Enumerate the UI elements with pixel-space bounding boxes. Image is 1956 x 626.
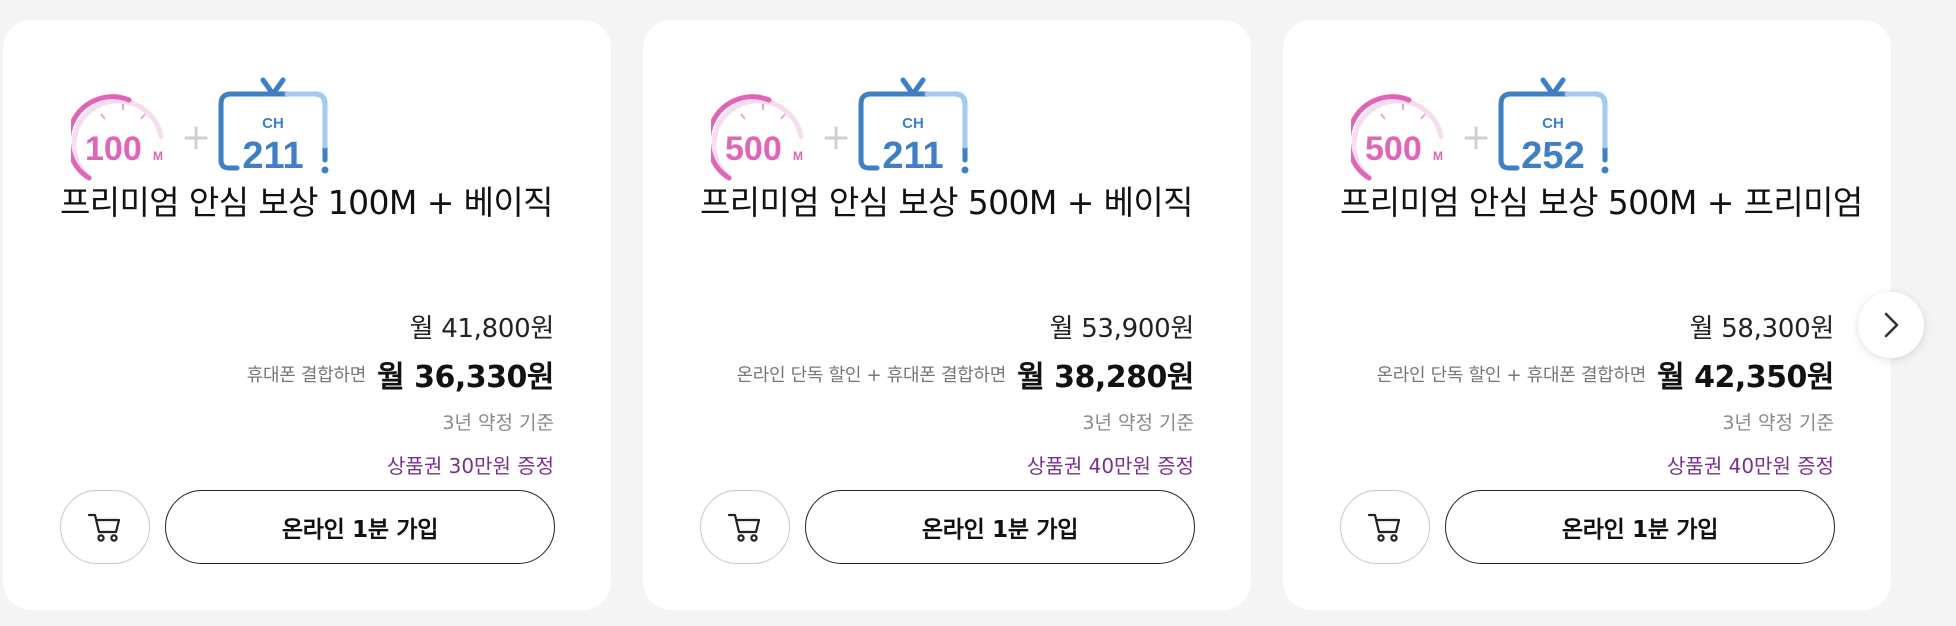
svg-text:252: 252: [1521, 135, 1584, 177]
plan-icons: 500 M + CH 252: [1351, 76, 1611, 184]
product-title: 프리미엄 안심 보상 500M + 프리미엄: [1340, 183, 1863, 222]
online-join-button[interactable]: 온라인 1분 가입: [165, 490, 555, 564]
monthly-price: 월 53,900원: [1049, 314, 1195, 344]
product-title: 프리미엄 안심 보상 100M + 베이직: [60, 183, 554, 222]
discount-condition: 온라인 단독 할인 + 휴대폰 결합하면: [1376, 365, 1646, 386]
chevron-right-icon: [1884, 312, 1899, 338]
discount-price: 월 36,330원: [377, 360, 554, 395]
contract-term: 3년 약정 기준: [1082, 412, 1194, 434]
add-to-cart-button[interactable]: [60, 490, 150, 564]
product-carousel: 100 M + CH 211 프리미엄 안심 보상 100M + 베이직 월 4…: [0, 0, 1956, 626]
plus-icon: +: [181, 117, 212, 158]
contract-term: 3년 약정 기준: [1722, 412, 1834, 434]
svg-text:M: M: [153, 149, 163, 163]
discount-row: 휴대폰 결합하면 월 36,330원: [246, 352, 555, 396]
plus-icon: +: [1461, 117, 1492, 158]
discount-price: 월 38,280원: [1017, 360, 1194, 395]
product-card: 100 M + CH 211 프리미엄 안심 보상 100M + 베이직 월 4…: [3, 20, 611, 610]
product-card: 500 M + CH 211 프리미엄 안심 보상 500M + 베이직 월 5…: [643, 20, 1251, 610]
svg-text:M: M: [793, 149, 803, 163]
svg-text:500: 500: [725, 130, 782, 168]
plus-icon: +: [821, 117, 852, 158]
discount-row: 온라인 단독 할인 + 휴대폰 결합하면 월 38,280원: [736, 352, 1194, 396]
monthly-price: 월 41,800원: [409, 314, 555, 344]
gift-offer: 상품권 40만원 증정: [1667, 454, 1834, 478]
product-card: 500 M + CH 252 프리미엄 안심 보상 500M + 프리미엄 월 …: [1283, 20, 1891, 610]
online-join-button[interactable]: 온라인 1분 가입: [1445, 490, 1835, 564]
product-title: 프리미엄 안심 보상 500M + 베이직: [700, 183, 1194, 222]
discount-price: 월 42,350원: [1657, 360, 1834, 395]
cart-icon: [1367, 513, 1401, 542]
svg-text:M: M: [1433, 149, 1443, 163]
online-join-button[interactable]: 온라인 1분 가입: [805, 490, 1195, 564]
discount-condition: 온라인 단독 할인 + 휴대폰 결합하면: [736, 365, 1006, 386]
gift-offer: 상품권 40만원 증정: [1027, 454, 1194, 478]
tv-icon: CH 211: [858, 77, 969, 177]
cart-icon: [727, 513, 761, 542]
svg-text:211: 211: [242, 135, 303, 177]
discount-row: 온라인 단독 할인 + 휴대폰 결합하면 월 42,350원: [1376, 352, 1834, 396]
discount-condition: 휴대폰 결합하면: [246, 365, 367, 386]
tv-icon: CH 211: [218, 77, 329, 177]
monthly-price: 월 58,300원: [1689, 314, 1835, 344]
carousel-next-button[interactable]: [1858, 292, 1924, 358]
svg-text:CH: CH: [902, 115, 924, 132]
svg-text:CH: CH: [262, 115, 284, 132]
svg-text:CH: CH: [1542, 115, 1564, 132]
contract-term: 3년 약정 기준: [442, 412, 554, 434]
add-to-cart-button[interactable]: [700, 490, 790, 564]
plan-icons: 100 M + CH 211: [71, 76, 331, 184]
gift-offer: 상품권 30만원 증정: [387, 454, 554, 478]
svg-text:211: 211: [882, 135, 943, 177]
tv-icon: CH 252: [1498, 77, 1609, 177]
cart-icon: [87, 513, 121, 542]
svg-text:100: 100: [85, 130, 142, 168]
add-to-cart-button[interactable]: [1340, 490, 1430, 564]
plan-icons: 500 M + CH 211: [711, 76, 971, 184]
svg-text:500: 500: [1365, 130, 1422, 168]
